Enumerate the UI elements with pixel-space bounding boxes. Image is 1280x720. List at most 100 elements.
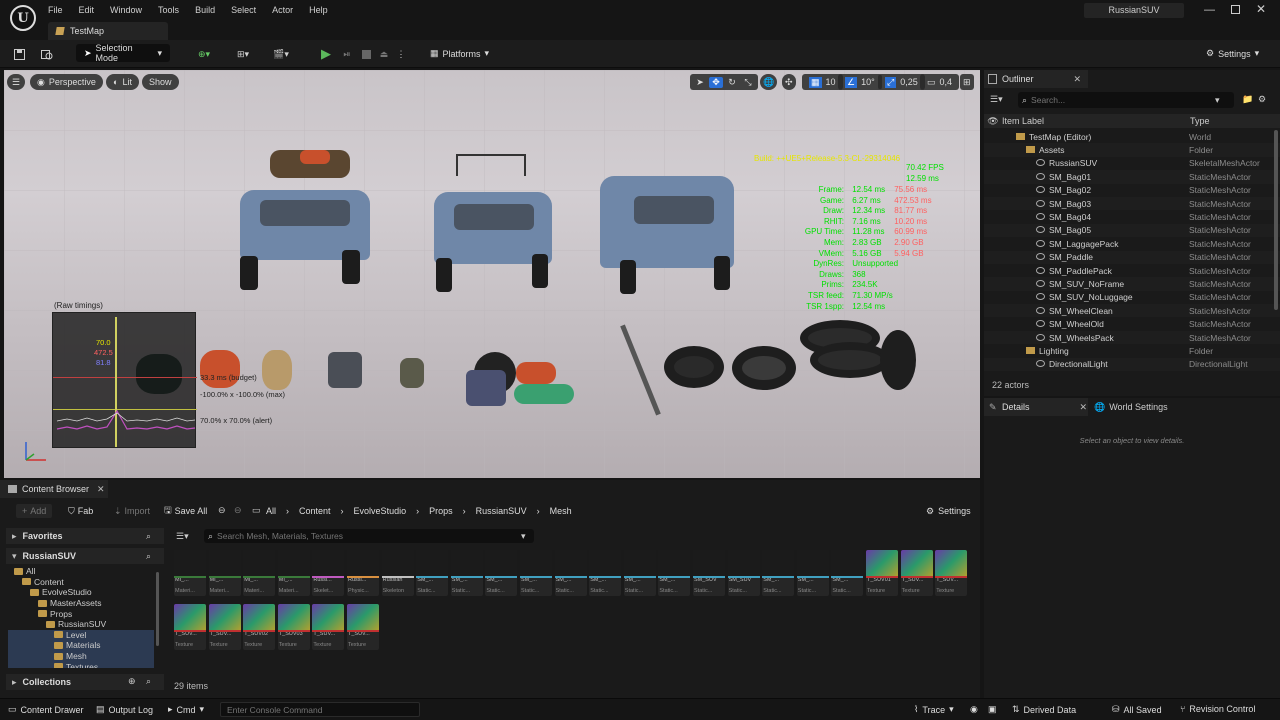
console-input[interactable] (220, 702, 420, 717)
asset-tile[interactable]: MI_... Materi... (174, 550, 206, 596)
suv-with-roof-rack[interactable] (432, 154, 562, 294)
bag-orange[interactable] (200, 350, 240, 388)
tree-scrollbar[interactable] (156, 572, 159, 646)
breadcrumb-item[interactable]: Content (299, 506, 331, 516)
level-viewport[interactable]: ☰ ◉ Perspective ◐ Lit Show ➤ ✥ ↻ ⤡ 🌐 ✣ ▦ 10… (4, 70, 980, 478)
search-icon[interactable]: ⌕ (146, 531, 151, 542)
import-button[interactable]: ⇣ Import (114, 504, 150, 518)
asset-search[interactable]: ⌕ ▾ (204, 529, 534, 543)
folder-tree-item[interactable]: Props (8, 608, 154, 619)
lit-button[interactable]: ◐ Lit (106, 74, 139, 90)
save-all-button[interactable]: 🖫 Save All (164, 504, 207, 518)
eject-icon[interactable]: ⏏ (378, 44, 390, 64)
folder-tree-item[interactable]: EvolveStudio (8, 587, 154, 598)
asset-tile[interactable]: T_SUV... Texture (347, 604, 379, 650)
outliner-row[interactable]: SM_WheelsPack StaticMeshActor (984, 330, 1280, 345)
col-item-label[interactable]: Item Label (1002, 116, 1190, 126)
translate-tool-icon[interactable]: ✥ (709, 76, 723, 88)
outliner-search-input[interactable] (1031, 95, 1212, 105)
outliner-row[interactable]: RussianSUV SkeletalMeshActor (984, 157, 1280, 170)
asset-tile[interactable]: SM_... Static... (762, 550, 795, 596)
asset-tile[interactable]: T_SUV03 Texture (277, 604, 310, 650)
asset-tile[interactable]: T_SUV... Texture (935, 550, 968, 596)
asset-tile[interactable]: Russi... Skelet... (312, 550, 345, 596)
asset-tile[interactable]: SM_... Static... (485, 550, 518, 596)
asset-tile[interactable]: T_SUV... Texture (208, 604, 241, 650)
luggage-pack[interactable] (466, 342, 586, 408)
outliner-row[interactable]: SM_SUV_NoFrame StaticMeshActor (984, 277, 1280, 291)
viewport-layout-icon[interactable]: ⊞ (960, 74, 974, 90)
camera-speed-button[interactable]: ▭ 0,4 (920, 74, 960, 90)
output-log-button[interactable]: ▤ Output Log (96, 704, 153, 715)
close-tab-icon[interactable]: ✕ (1074, 74, 1082, 85)
world-space-icon[interactable]: 🌐 (760, 74, 778, 90)
close-tab-icon[interactable]: ✕ (1080, 402, 1088, 413)
outliner-row[interactable]: SM_Bag05 StaticMeshActor (984, 223, 1280, 238)
step-icon[interactable]: ⏯ (340, 44, 354, 64)
asset-tile[interactable]: SM_... Static... (554, 550, 587, 596)
folder-tree-item[interactable]: Level (8, 629, 154, 641)
collections-header[interactable]: ▸ Collections (6, 674, 164, 690)
asset-tile[interactable]: T_SUV... Texture (900, 550, 933, 596)
rotate-tool-icon[interactable]: ↻ (725, 77, 739, 88)
asset-tile[interactable]: SM_... Static... (450, 550, 483, 596)
history-forward-icon[interactable]: ⊖ (234, 505, 242, 516)
asset-tile[interactable]: Russi... Physic... (347, 550, 379, 596)
fab-button[interactable]: ⛉ Fab (68, 504, 93, 518)
outliner-row[interactable]: DirectionalLight DirectionalLight (984, 357, 1280, 372)
search-icon[interactable]: ⌕ (146, 551, 151, 562)
surface-snap-icon[interactable]: ✣ (782, 74, 796, 90)
asset-tile[interactable]: SM_... Static... (796, 550, 829, 596)
asset-tile[interactable]: MI_... Materi... (208, 550, 241, 596)
cinematics-icon[interactable]: 🎬▾ (268, 44, 294, 64)
outliner-row[interactable]: SM_Bag03 StaticMeshActor (984, 196, 1280, 211)
asset-tile[interactable]: T_SUV02 Texture (243, 604, 276, 650)
level-tab[interactable]: TestMap (48, 22, 168, 40)
breadcrumb-item[interactable]: EvolveStudio (354, 506, 407, 516)
close-tab-icon[interactable]: ✕ (97, 484, 105, 495)
favorites-header[interactable]: ▸ Favorites (6, 528, 164, 544)
wheels-pack[interactable] (800, 320, 916, 390)
screenshot-icon[interactable]: ▣ (988, 704, 997, 715)
asset-tile[interactable]: SM_... Static... (589, 550, 622, 596)
outliner-settings-icon[interactable]: ⚙ (1258, 94, 1266, 105)
record-icon[interactable]: ◉ (970, 704, 978, 715)
add-button[interactable]: + Add (16, 504, 53, 518)
outliner-row[interactable]: SM_Bag02 StaticMeshActor (984, 184, 1280, 197)
selection-mode-dropdown[interactable]: ➤ Selection Mode ▾ (76, 43, 170, 63)
visibility-icon[interactable]: 👁 (984, 116, 1002, 127)
scale-tool-icon[interactable]: ⤡ (741, 77, 755, 88)
asset-tile[interactable]: T_SUV... Texture (174, 604, 206, 650)
outliner-row[interactable]: SM_Bag01 StaticMeshActor (984, 170, 1280, 184)
add-actor-icon[interactable]: ⊕▾ (194, 44, 214, 64)
outliner-row[interactable]: SM_PaddlePack StaticMeshActor (984, 264, 1280, 277)
bag-gray[interactable] (328, 352, 362, 388)
outliner-scrollbar[interactable] (1274, 130, 1278, 310)
menu-file[interactable]: File (40, 0, 71, 20)
outliner-row[interactable]: Lighting Folder (984, 344, 1280, 357)
play-icon[interactable]: ▶ (318, 44, 334, 64)
col-type[interactable]: Type (1190, 116, 1210, 126)
grid-snap-toggle[interactable]: ▦ 10 (802, 74, 843, 90)
asset-tile[interactable]: SM_... Static... (416, 550, 449, 596)
outliner-tab[interactable]: Outliner ✕ (984, 70, 1088, 88)
scale-snap-toggle[interactable]: ⤢ 0,25 (878, 74, 925, 90)
breadcrumb-item[interactable]: Props (429, 506, 453, 516)
add-collection-icon[interactable]: ⊕ (128, 676, 136, 687)
close-window-icon[interactable]: ✕ (1256, 2, 1266, 16)
derived-data-button[interactable]: ⇅ Derived Data (1012, 704, 1076, 715)
breadcrumb-item[interactable]: All (266, 506, 276, 516)
minimize-icon[interactable]: — (1204, 4, 1215, 16)
folder-tree-item[interactable]: All (8, 566, 154, 577)
outliner-row[interactable]: SM_SUV_NoLuggage StaticMeshActor (984, 291, 1280, 304)
outliner-row[interactable]: SM_Paddle StaticMeshActor (984, 250, 1280, 264)
menu-window[interactable]: Window (102, 0, 150, 20)
asset-filter-icon[interactable]: ☰▾ (176, 531, 189, 542)
folder-tree-item[interactable]: Materials (8, 640, 154, 651)
breadcrumb-item[interactable]: RussianSUV (476, 506, 527, 516)
outliner-row[interactable]: TestMap (Editor) World (984, 130, 1280, 143)
asset-tile[interactable]: SM_... Static... (623, 550, 656, 596)
asset-search-input[interactable] (217, 531, 518, 541)
outliner-search[interactable]: ⌕ ▾ (1018, 92, 1234, 108)
filter-icon[interactable]: ☰▾ (990, 94, 1003, 105)
